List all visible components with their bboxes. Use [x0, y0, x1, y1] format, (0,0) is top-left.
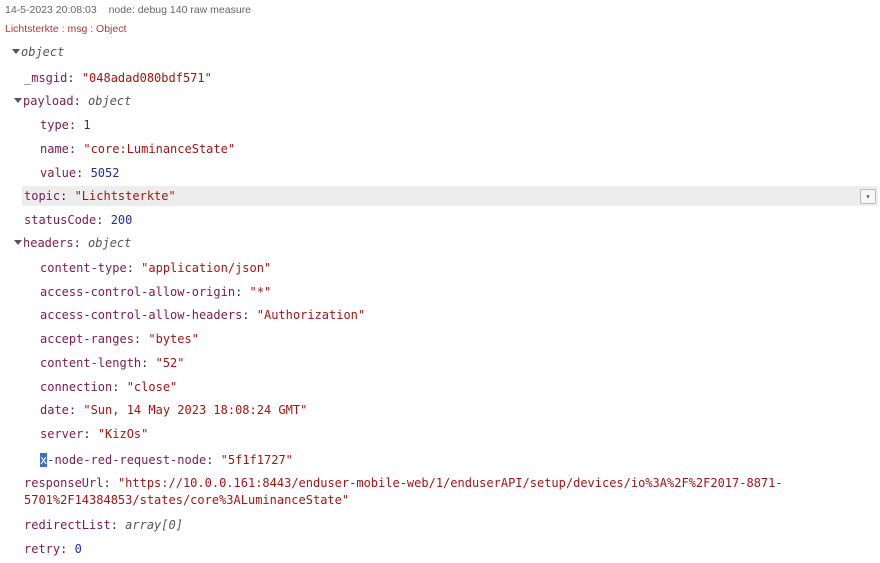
tree-row-retry[interactable]: retry: 0: [24, 539, 82, 559]
type-headers: object: [88, 236, 132, 250]
debug-header: 14-5-2023 20:08:03 node: debug 140 raw m…: [5, 4, 251, 16]
value-acah: "Authorization": [256, 308, 366, 322]
tree-row-accept-ranges[interactable]: accept-ranges: "bytes": [40, 329, 199, 349]
tree-row-payload-name[interactable]: name: "core:LuminanceState": [40, 139, 235, 159]
value-x-node: "5f1f1727": [220, 453, 293, 467]
message-timestamp: 14-5-2023 20:08:03: [5, 4, 97, 16]
key-accept-ranges: accept-ranges: [40, 332, 134, 346]
tree-root-object[interactable]: object: [12, 42, 64, 62]
tree-row-payload-type[interactable]: type: 1: [40, 115, 91, 135]
tree-row-acao[interactable]: access-control-allow-origin: "*": [40, 282, 271, 302]
key-value: value: [40, 166, 77, 180]
tree-row-redirectlist[interactable]: redirectList: array[0]: [24, 515, 183, 535]
tree-row-payload[interactable]: payload: object: [14, 91, 131, 111]
key-payload: payload: [23, 94, 74, 108]
expand-caret-icon[interactable]: [14, 240, 22, 245]
value-responseurl-line2: 5701%2F14384853/states/core%3ALuminanceS…: [24, 493, 350, 507]
value-date: "Sun, 14 May 2023 18:08:24 GMT": [83, 403, 308, 417]
tree-row-statuscode[interactable]: statusCode: 200: [24, 210, 132, 230]
value-topic: "Lichtsterkte": [74, 189, 176, 203]
expand-caret-icon[interactable]: [12, 49, 20, 54]
key-statuscode: statusCode: [24, 213, 97, 227]
tree-row-headers[interactable]: headers: object: [14, 233, 131, 253]
key-content-type: content-type: [40, 261, 127, 275]
key-retry: retry: [24, 542, 61, 556]
tree-row-responseurl-wrap: 5701%2F14384853/states/core%3ALuminanceS…: [24, 490, 349, 510]
expand-caret-icon[interactable]: [14, 98, 22, 103]
type-payload: object: [88, 94, 132, 108]
key-type: type: [40, 118, 69, 132]
value-accept-ranges: "bytes": [148, 332, 199, 346]
value-responseurl-line1: "https://10.0.0.161:8443/enduser-mobile-…: [117, 476, 783, 490]
value-acao: "*": [249, 285, 272, 299]
key-connection: connection: [40, 380, 113, 394]
key-acah: access-control-allow-headers: [40, 308, 243, 322]
key-name: name: [40, 142, 69, 156]
key-headers: headers: [23, 236, 74, 250]
message-topic-line[interactable]: Lichtsterkte : msg : Object: [5, 23, 126, 35]
value-content-type: "application/json": [141, 261, 272, 275]
tree-row-content-type[interactable]: content-type: "application/json": [40, 258, 271, 278]
value-name: "core:LuminanceState": [83, 142, 236, 156]
key-msgid: _msgid: [24, 71, 68, 85]
tree-row-date[interactable]: date: "Sun, 14 May 2023 18:08:24 GMT": [40, 400, 307, 420]
key-server: server: [40, 427, 84, 441]
root-type: object: [21, 45, 65, 59]
value-redirectlist: array[0]: [125, 518, 183, 532]
tree-row-connection[interactable]: connection: "close": [40, 377, 177, 397]
key-date: date: [40, 403, 69, 417]
message-node-link[interactable]: node: debug 140 raw measure: [109, 4, 251, 16]
key-x-node: -node-red-request-node: [47, 453, 207, 467]
key-acao: access-control-allow-origin: [40, 285, 236, 299]
tree-row-x-node[interactable]: x-node-red-request-node: "5f1f1727": [40, 450, 293, 470]
key-topic: topic: [24, 189, 61, 203]
key-content-length: content-length: [40, 356, 142, 370]
tree-row-acah[interactable]: access-control-allow-headers: "Authoriza…: [40, 305, 365, 325]
value-server: "KizOs": [97, 427, 149, 441]
tree-row-server[interactable]: server: "KizOs": [40, 424, 148, 444]
tree-row-payload-value[interactable]: value: 5052: [40, 163, 119, 183]
pin-icon[interactable]: ▾: [860, 189, 876, 204]
value-msgid: "048adad080bdf571": [81, 71, 212, 85]
value-value: 5052: [90, 166, 120, 180]
key-responseurl: responseUrl: [24, 476, 104, 490]
tree-row-msgid[interactable]: _msgid: "048adad080bdf571": [24, 68, 212, 88]
key-redirectlist: redirectList: [24, 518, 111, 532]
value-retry: 0: [74, 542, 82, 556]
value-type: 1: [83, 118, 91, 132]
value-connection: "close": [126, 380, 178, 394]
value-statuscode: 200: [110, 213, 133, 227]
tree-row-topic[interactable]: topic: "Lichtsterkte" ▾: [22, 186, 878, 206]
tree-row-content-length[interactable]: content-length: "52": [40, 353, 185, 373]
value-content-length: "52": [155, 356, 185, 370]
